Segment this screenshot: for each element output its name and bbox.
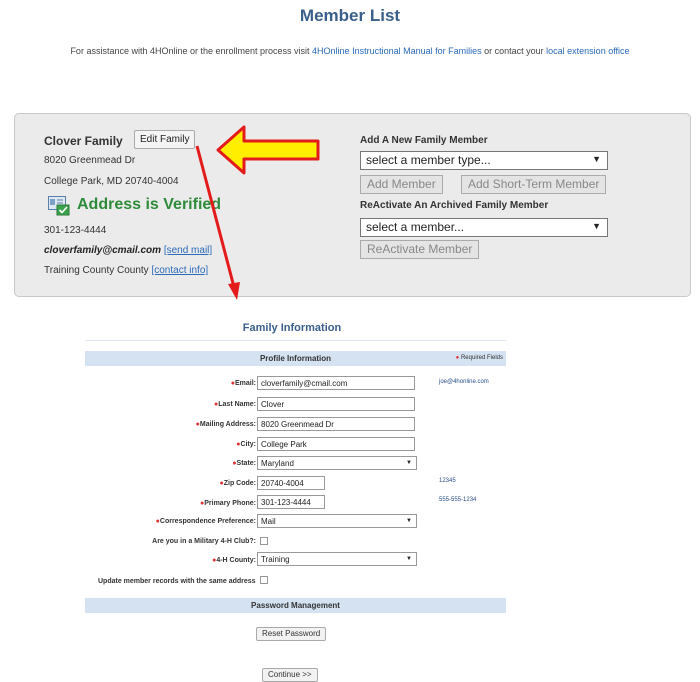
family-information-title: Family Information: [242, 322, 342, 334]
mailing-address-field[interactable]: 8020 Greenmead Dr: [257, 417, 415, 431]
city-label: ●City:: [236, 441, 256, 448]
reset-password-button[interactable]: Reset Password: [256, 627, 327, 641]
assistance-middle: or contact your: [481, 46, 547, 56]
assistance-prefix: For assistance with 4HOnline or the enro…: [70, 46, 313, 56]
edit-family-button[interactable]: Edit Family: [134, 130, 196, 149]
email-label: ●Email:: [230, 380, 256, 387]
zip-code-field[interactable]: 20740-4004: [257, 476, 325, 490]
chevron-down-icon: ▼: [592, 154, 601, 164]
correspondence-preference-select[interactable]: Mail ▼: [257, 514, 417, 528]
required-fields-note: ● Required Fields: [456, 355, 503, 361]
password-management-bar: Password Management: [85, 598, 506, 613]
add-short-term-member-button[interactable]: Add Short-Term Member: [461, 175, 607, 194]
required-star-icon: ●: [455, 355, 460, 361]
county-select[interactable]: Training ▼: [257, 552, 417, 566]
profile-information-heading: Profile Information: [259, 354, 332, 363]
reactivate-heading: ReActivate An Archived Family Member: [360, 200, 549, 211]
update-records-checkbox[interactable]: [260, 576, 268, 584]
chevron-down-icon: ▼: [592, 221, 601, 231]
last-name-field[interactable]: Clover: [257, 397, 415, 411]
address-card-icon: [48, 196, 70, 216]
address-verified-text: Address is Verified: [77, 196, 222, 213]
add-member-button[interactable]: Add Member: [360, 175, 443, 194]
family-street: 8020 Greenmead Dr: [44, 155, 136, 166]
primary-phone-field[interactable]: 301-123-4444: [257, 495, 325, 509]
family-name: Clover Family: [44, 134, 123, 148]
required-fields-text: Required Fields: [460, 355, 503, 361]
military-club-checkbox[interactable]: [260, 537, 268, 545]
extension-office-link[interactable]: local extension office: [546, 46, 629, 56]
archived-member-value: select a member...: [366, 220, 465, 234]
state-label: ●State:: [232, 460, 256, 467]
password-management-heading: Password Management: [251, 601, 340, 610]
profile-information-bar: Profile Information ● Required Fields: [85, 351, 506, 366]
family-email: cloverfamily@cmail.com: [44, 245, 162, 256]
member-type-value: select a member type...: [366, 153, 491, 167]
add-member-heading: Add A New Family Member: [360, 135, 488, 146]
family-county-line: Training County County [contact info]: [44, 265, 208, 276]
archived-member-select[interactable]: select a member... ▼: [360, 218, 608, 237]
zip-code-hint: 12345: [439, 478, 456, 484]
email-field[interactable]: cloverfamily@cmail.com: [257, 376, 415, 390]
instructional-manual-link[interactable]: 4HOnline Instructional Manual for Famili…: [312, 46, 482, 56]
last-name-label: ●Last Name:: [214, 401, 256, 408]
primary-phone-hint: 555-555-1234: [439, 497, 477, 503]
member-type-select[interactable]: select a member type... ▼: [360, 151, 608, 170]
family-phone: 301-123-4444: [44, 225, 107, 236]
chevron-down-icon: ▼: [406, 556, 412, 562]
reactivate-member-button[interactable]: ReActivate Member: [360, 240, 480, 259]
contact-info-link[interactable]: [contact info]: [151, 265, 208, 276]
continue-button[interactable]: Continue >>: [262, 668, 318, 682]
state-value: Maryland: [261, 459, 294, 468]
city-field[interactable]: College Park: [257, 437, 415, 451]
update-records-label: Update member records with the same addr…: [98, 578, 256, 585]
mailing-address-label: ●Mailing Address:: [195, 421, 256, 428]
family-county: Training County County: [44, 265, 149, 276]
county-label: ●4-H County:: [212, 557, 256, 564]
family-email-line: cloverfamily@cmail.com [send mail]: [44, 245, 212, 256]
assistance-text: For assistance with 4HOnline or the enro…: [0, 46, 700, 56]
correspondence-preference-label: ●Correspondence Preference:: [155, 518, 256, 525]
send-mail-link[interactable]: [send mail]: [164, 245, 212, 256]
email-hint: joe@4honline.com: [439, 379, 489, 385]
family-panel: Clover Family Edit Family 8020 Greenmead…: [14, 113, 691, 297]
page-title: Member List: [299, 6, 401, 25]
correspondence-value: Mail: [261, 517, 276, 526]
family-city-line: College Park, MD 20740-4004: [44, 176, 179, 187]
county-value: Training: [261, 555, 290, 564]
zip-code-label: ●Zip Code:: [219, 480, 256, 487]
chevron-down-icon: ▼: [406, 460, 412, 466]
state-select[interactable]: Maryland ▼: [257, 456, 417, 470]
title-divider: [85, 340, 506, 341]
chevron-down-icon: ▼: [406, 518, 412, 524]
military-club-label: Are you in a Military 4-H Club?:: [152, 538, 256, 545]
primary-phone-label: ●Primary Phone:: [200, 500, 256, 507]
